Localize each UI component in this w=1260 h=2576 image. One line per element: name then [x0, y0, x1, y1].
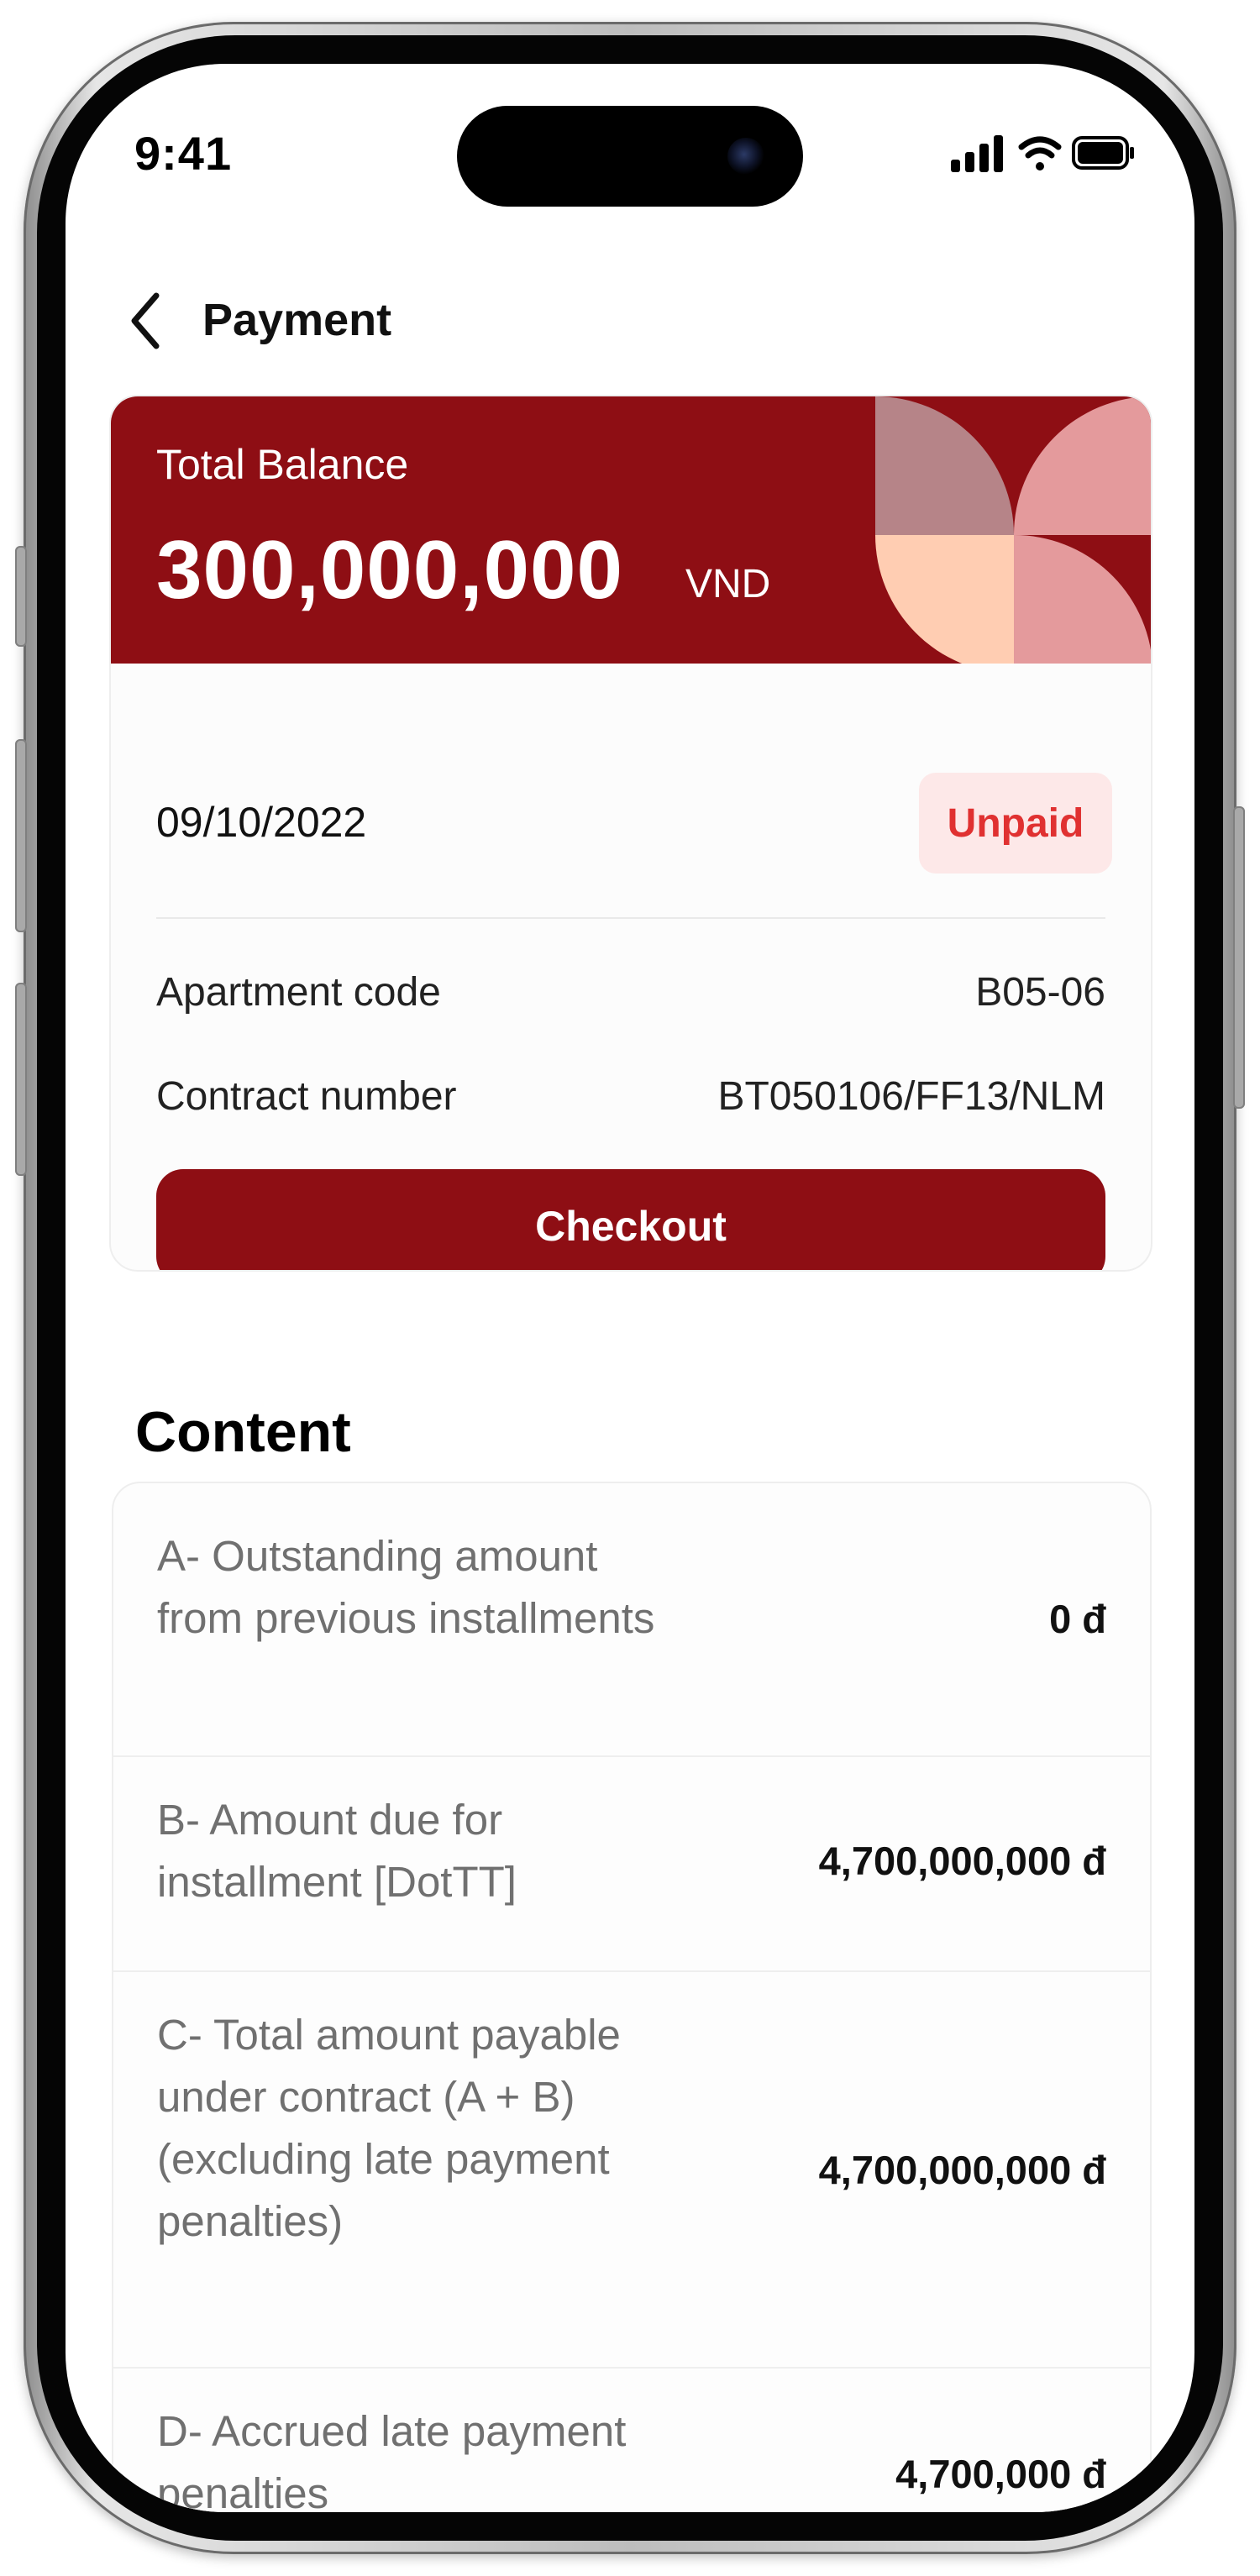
decorative-pattern-icon: [875, 396, 1151, 664]
list-item: C- Total amount payable under contract (…: [113, 1970, 1150, 2369]
chevron-left-icon: [131, 292, 160, 349]
list-item-label: A- Outstanding amount from previous inst…: [157, 1532, 655, 1642]
payment-date: 09/10/2022: [156, 799, 367, 846]
list-item-label: B- Amount due for installment [DotTT]: [157, 1796, 517, 1906]
list-item-value: 4,700,000,000 đ: [818, 1839, 1106, 1883]
currency-label: VND: [685, 562, 771, 606]
divider: [156, 917, 1105, 919]
content-list: A- Outstanding amount from previous inst…: [112, 1482, 1152, 2512]
app-screen: 9:41 Payment Total Balance 300,000,000 V…: [66, 64, 1194, 2512]
list-item-label: C- Total amount payable under contract (…: [157, 2011, 621, 2245]
contract-number-value: BT050106/FF13/NLM: [717, 1074, 1105, 1119]
power-button: [1233, 806, 1245, 1109]
content-section-title: Content: [135, 1400, 351, 1464]
list-item-value: 0 đ: [1049, 1597, 1106, 1641]
battery-icon: [1072, 136, 1134, 170]
wifi-icon: [1018, 136, 1062, 171]
list-item: B- Amount due for installment [DotTT] 4,…: [113, 1755, 1150, 1972]
balance-card-header: Total Balance 300,000,000 VND: [111, 396, 1151, 664]
signal-icon: [951, 135, 1003, 172]
volume-down-button: [15, 983, 27, 1176]
status-time: 9:41: [134, 127, 233, 180]
contract-number-label: Contract number: [156, 1074, 457, 1119]
total-balance-label: Total Balance: [156, 441, 409, 488]
list-item: D- Accrued late payment penalties 4,700,…: [113, 2367, 1150, 2512]
front-camera-icon: [727, 138, 764, 175]
page-title: Payment: [202, 295, 392, 345]
list-item-value: 4,700,000 đ: [895, 2452, 1106, 2496]
action-button: [15, 546, 27, 647]
list-item: A- Outstanding amount from previous inst…: [113, 1483, 1150, 1757]
checkout-button[interactable]: Checkout: [156, 1169, 1105, 1270]
back-button[interactable]: [124, 287, 171, 354]
list-item-value: 4,700,000,000 đ: [818, 2148, 1106, 2192]
list-item-label: D- Accrued late payment penalties: [157, 2407, 627, 2512]
dynamic-island: [457, 106, 803, 207]
volume-up-button: [15, 739, 27, 932]
status-badge: Unpaid: [919, 773, 1112, 874]
balance-card: Total Balance 300,000,000 VND 09/10/2022…: [109, 395, 1152, 1272]
status-icons: [951, 134, 1136, 177]
apartment-code-value: B05-06: [975, 970, 1105, 1015]
total-balance-amount: 300,000,000: [156, 523, 623, 616]
apartment-code-label: Apartment code: [156, 970, 441, 1015]
